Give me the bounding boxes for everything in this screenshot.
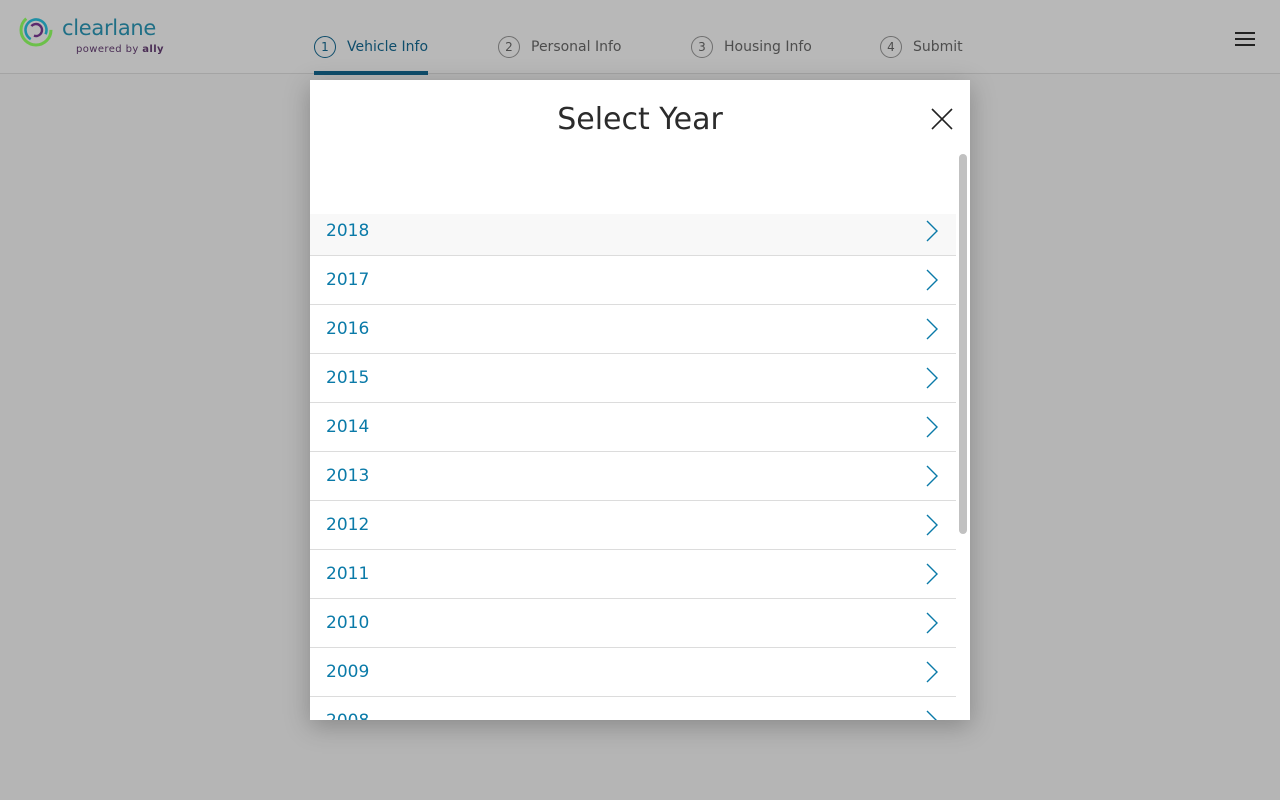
- chevron-right-icon: [926, 661, 938, 683]
- step-label: Housing Info: [724, 39, 812, 55]
- year-label: 2013: [326, 466, 370, 486]
- year-option-2018[interactable]: 2018: [310, 214, 956, 256]
- step-label: Submit: [913, 39, 963, 55]
- chevron-right-icon: [926, 710, 937, 720]
- powered-by-text: powered by: [76, 44, 139, 55]
- step-vehicle-info[interactable]: 1 Vehicle Info: [314, 36, 428, 58]
- brand-name: clearlane: [62, 16, 157, 40]
- modal-title: Select Year: [557, 102, 723, 137]
- step-number: 4: [880, 36, 902, 58]
- active-step-indicator: [314, 71, 428, 75]
- step-housing-info[interactable]: 3 Housing Info: [691, 36, 812, 58]
- header: clearlane powered by ally 1 Vehicle Info…: [0, 0, 1280, 75]
- year-label: 2014: [326, 417, 370, 437]
- year-option-2010[interactable]: 2010: [310, 599, 956, 648]
- year-label: 2015: [326, 368, 370, 388]
- chevron-right-icon: [926, 416, 938, 438]
- year-option-2015[interactable]: 2015: [310, 354, 956, 403]
- chevron-right-icon: [926, 318, 938, 340]
- chevron-right-icon: [926, 465, 938, 487]
- step-label: Vehicle Info: [347, 39, 429, 55]
- year-label: 2009: [326, 662, 370, 682]
- year-list[interactable]: 2019201820172016201520142013201220112010…: [310, 214, 956, 720]
- chevron-right-icon: [926, 514, 938, 536]
- year-option-2014[interactable]: 2014: [310, 403, 956, 452]
- partner-name: ally: [142, 44, 164, 55]
- chevron-right-icon: [926, 563, 938, 585]
- year-label: 2017: [326, 270, 370, 290]
- year-option-2009[interactable]: 2009: [310, 648, 956, 697]
- list-scrollbar[interactable]: [959, 154, 967, 534]
- step-personal-info[interactable]: 2 Personal Info: [498, 36, 621, 58]
- step-number: 1: [314, 36, 336, 58]
- year-label: 2016: [326, 319, 370, 339]
- close-icon[interactable]: [930, 107, 954, 131]
- chevron-right-icon: [926, 269, 938, 291]
- year-option-2011[interactable]: 2011: [310, 550, 956, 599]
- clearlane-ring-icon: [19, 13, 53, 47]
- year-label: 2011: [326, 564, 370, 584]
- year-option-2016[interactable]: 2016: [310, 305, 956, 354]
- step-number: 2: [498, 36, 520, 58]
- chevron-right-icon: [926, 612, 938, 634]
- year-label: 2008: [326, 711, 369, 720]
- step-submit[interactable]: 4 Submit: [880, 36, 963, 58]
- step-number: 3: [691, 36, 713, 58]
- hamburger-menu-icon[interactable]: [1235, 32, 1255, 48]
- clearlane-logo[interactable]: clearlane powered by ally: [18, 10, 168, 60]
- year-option-2013[interactable]: 2013: [310, 452, 956, 501]
- year-option-2008[interactable]: 2008: [310, 697, 956, 720]
- year-label: 2012: [326, 515, 370, 535]
- chevron-right-icon: [926, 367, 938, 389]
- chevron-right-icon: [926, 220, 938, 242]
- year-option-2012[interactable]: 2012: [310, 501, 956, 550]
- step-label: Personal Info: [531, 39, 622, 55]
- year-label: 2010: [326, 613, 370, 633]
- year-option-2017[interactable]: 2017: [310, 256, 956, 305]
- brand-tagline: powered by ally: [76, 44, 164, 55]
- select-year-modal: Select Year 2019201820172016201520142013…: [310, 80, 970, 720]
- year-label: 2018: [326, 221, 370, 241]
